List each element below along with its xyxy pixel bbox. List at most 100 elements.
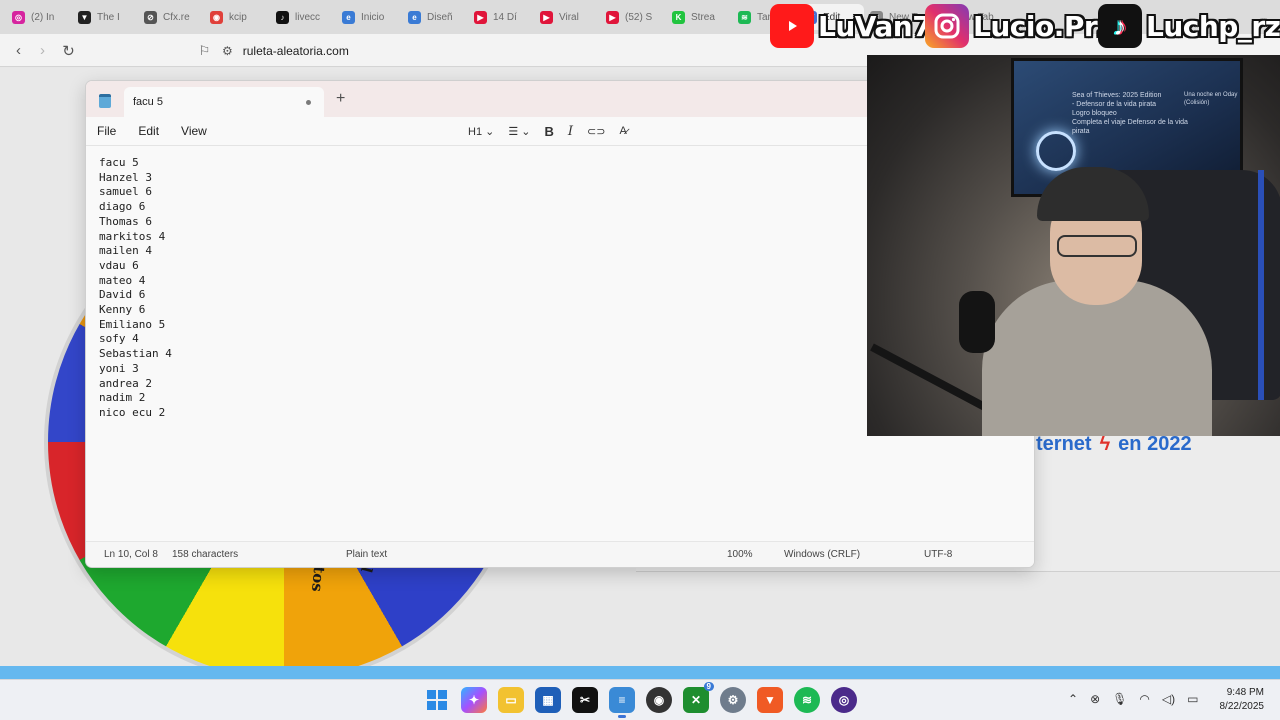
xbox-badge: 9 (703, 682, 714, 691)
tab-label: 14 Dí (493, 11, 517, 23)
browser-tab[interactable]: ⊘ Cfx.re (138, 4, 204, 30)
spotify-icon[interactable]: ≋ (794, 687, 820, 713)
encoding[interactable]: UTF-8 (924, 549, 952, 560)
list-dropdown[interactable]: ☰ ⌄ (508, 125, 530, 138)
site-info-icon[interactable]: ⚙ (222, 44, 233, 58)
browser-tab[interactable]: ▶ Viral (534, 4, 600, 30)
tiktok-handle: Luchp_rz (1146, 9, 1280, 43)
taskbar-apps: ✦ ▭ ▦ ✂ ≡ ◉ ✕ 9 ⚙ ▼ ≋ ◎ (424, 682, 857, 718)
url-text: ruleta-aleatoria.com (242, 43, 349, 58)
streamer-glasses (1057, 235, 1137, 257)
format-toolbar: H1 ⌄ ☰ ⌄ B I ⊂⊃ A̷ (468, 121, 627, 141)
start-menu-icon[interactable] (424, 687, 450, 713)
tab-label: Strea (691, 11, 715, 23)
tab-favicon-icon: ▼ (78, 10, 91, 24)
webcam-overlay: Sea of Thieves: 2025 Edition - Defensor … (867, 55, 1280, 436)
bookmark-icon[interactable]: ⚐ (192, 38, 217, 63)
address-field[interactable]: ⚙ ruleta-aleatoria.com (222, 39, 349, 62)
monitor-text-secondary: Una noche en Oday (Colisión) (1184, 92, 1238, 106)
notepad-statusbar: Ln 10, Col 8 158 characters Plain text 1… (86, 541, 1034, 567)
security-icon[interactable]: ⊗ (1090, 692, 1100, 706)
heading-dropdown[interactable]: H1 ⌄ (468, 125, 494, 138)
instagram-handle: Lucio.Prz (973, 9, 1113, 43)
chevron-down-icon: ⌄ (485, 125, 495, 138)
browser-tab[interactable]: ▶ 14 Dí (468, 4, 534, 30)
settings-icon[interactable]: ⚙ (720, 687, 746, 713)
notepad-tab-title: facu 5 (133, 96, 163, 108)
microphone-icon[interactable]: 🎙 (1112, 692, 1127, 706)
browser-tab[interactable]: K Strea (666, 4, 732, 30)
battery-icon[interactable]: ▭ (1187, 692, 1198, 706)
file-explorer-icon[interactable]: ▭ (498, 687, 524, 713)
wifi-icon[interactable]: ◠ (1139, 692, 1149, 706)
tab-favicon-icon: K (672, 10, 685, 24)
system-tray: ⌃ ⊗ 🎙 ◠ ◁) ▭ (1068, 692, 1198, 706)
clock-time: 9:48 PM (1226, 687, 1264, 698)
menu-edit[interactable]: Edit (127, 124, 170, 138)
notepad-tab[interactable]: facu 5 (124, 87, 324, 117)
zoom-level[interactable]: 100% (727, 549, 753, 560)
bold-icon[interactable]: B (545, 124, 554, 139)
tab-label: livecc (295, 11, 321, 23)
italic-icon[interactable]: I (568, 124, 573, 139)
browser-tab[interactable]: e Diseñ (402, 4, 468, 30)
browser-tab[interactable]: ▼ The I (72, 4, 138, 30)
tab-label: The I (97, 11, 120, 23)
tab-favicon-icon: ▶ (540, 10, 553, 24)
text-format[interactable]: Plain text (346, 549, 387, 560)
clear-formatting-icon[interactable]: A̷ (619, 125, 626, 137)
page-headline: ternet ϟ en 2022 (1036, 433, 1192, 456)
reload-button[interactable]: ↻ (56, 38, 81, 63)
volume-icon[interactable]: ◁) (1162, 692, 1175, 706)
chair-stripe (1258, 170, 1264, 400)
forward-button[interactable]: › (30, 38, 55, 63)
cursor-position: Ln 10, Col 8 (104, 549, 158, 560)
list-icon: ☰ (508, 125, 519, 138)
line-ending[interactable]: Windows (CRLF) (784, 549, 860, 560)
headline-text-right: en 2022 (1118, 433, 1192, 455)
notepad-taskbar-icon[interactable]: ≡ (609, 687, 635, 718)
taskbar-clock[interactable]: 9:48 PM 8/22/2025 (1220, 686, 1265, 714)
store-icon[interactable]: ▦ (535, 687, 561, 713)
tiktok-handle-badge: ♪ Luchp_rz (1098, 4, 1280, 48)
browser-tab[interactable]: ◉ kcip (204, 4, 270, 30)
tab-label: (52) S (625, 11, 653, 23)
browser-tab[interactable]: ◎ (2) In (6, 4, 72, 30)
brave-icon[interactable]: ▼ (757, 687, 783, 713)
youtube-handle: LuVan7 (818, 9, 932, 43)
back-button[interactable]: ‹ (6, 38, 31, 63)
link-icon[interactable]: ⊂⊃ (587, 125, 605, 138)
tab-label: Viral (559, 11, 579, 23)
tab-favicon-icon: ≋ (738, 10, 751, 24)
obs-icon[interactable]: ◉ (646, 687, 672, 713)
app-icon[interactable]: ◎ (831, 687, 857, 713)
capcut-icon[interactable]: ✂ (572, 687, 598, 713)
tab-favicon-icon: ◎ (12, 10, 25, 24)
achievement-icon (1036, 131, 1076, 171)
menu-view[interactable]: View (170, 124, 218, 138)
browser-tab[interactable]: ▶ (52) S (600, 4, 666, 30)
xbox-icon[interactable]: ✕ 9 (683, 682, 714, 713)
browser-tab[interactable]: ♪ livecc (270, 4, 336, 30)
unsaved-indicator-icon[interactable] (306, 100, 311, 105)
microphone (959, 291, 995, 353)
menu-file[interactable]: File (86, 124, 127, 138)
youtube-icon (770, 4, 814, 48)
tab-favicon-icon: e (342, 10, 355, 24)
copilot-icon[interactable]: ✦ (461, 687, 487, 713)
tab-label: Inicio (361, 11, 385, 23)
browser-tab[interactable]: e Inicio (336, 4, 402, 30)
headline-text-left: ternet (1036, 433, 1092, 455)
instagram-handle-badge: Lucio.Prz (925, 4, 1113, 48)
character-count: 158 characters (172, 549, 239, 560)
chevron-up-icon[interactable]: ⌃ (1068, 692, 1078, 706)
chevron-down-icon: ⌄ (521, 125, 531, 138)
new-tab-button[interactable]: + (336, 90, 345, 108)
notepad-text-area[interactable]: facu 5 Hanzel 3 samuel 6 diago 6 Thomas … (99, 156, 172, 421)
mic-arm (870, 343, 989, 412)
youtube-handle-badge: LuVan7 (770, 4, 932, 48)
tab-favicon-icon: ⊘ (144, 10, 157, 24)
progress-fill (0, 666, 1280, 679)
tab-favicon-icon: ♪ (276, 10, 289, 24)
notepad-icon (99, 94, 111, 108)
